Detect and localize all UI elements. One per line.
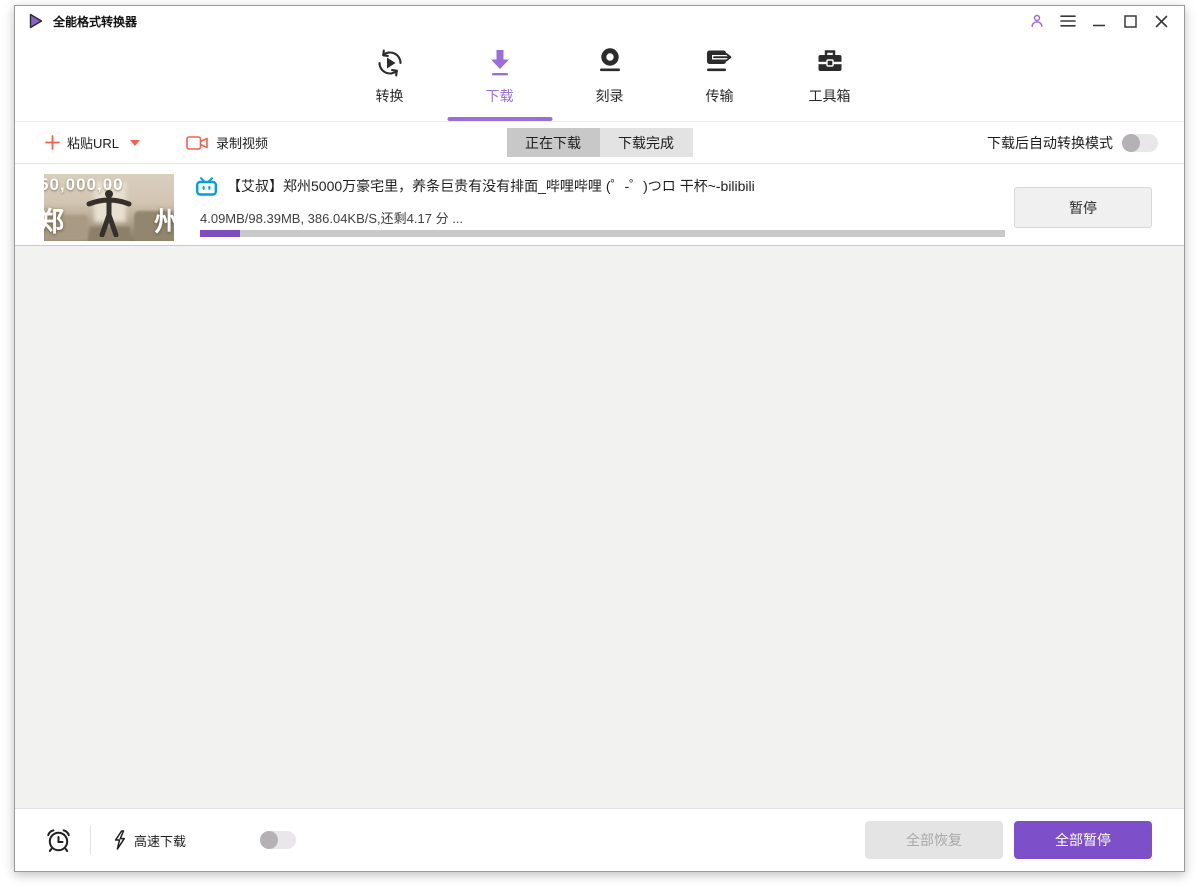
- tab-convert[interactable]: 转换: [350, 46, 430, 106]
- download-item-row[interactable]: 50,000,00 郑 州 【艾叔】郑州5000万豪宅里，养条巨贵有没有排面_哔…: [15, 164, 1184, 246]
- auto-convert-setting: 下载后自动转换模式: [987, 133, 1158, 153]
- thumbnail-price-text: 50,000,00: [44, 175, 124, 194]
- tab-download[interactable]: 下载: [460, 46, 540, 106]
- high-speed-setting: 高速下载: [113, 830, 297, 850]
- app-window: 全能格式转换器 转换 下载 刻录 传输 工具箱 粘贴URL 录制视频 正在下载 …: [14, 5, 1185, 872]
- tab-download-label: 下载: [485, 88, 514, 104]
- camcorder-icon: [186, 135, 208, 150]
- alarm-clock-icon: [47, 828, 70, 852]
- tab-burn-label: 刻录: [595, 88, 624, 104]
- lightning-icon: [114, 830, 126, 850]
- app-title: 全能格式转换器: [53, 14, 138, 29]
- close-icon[interactable]: [1150, 10, 1172, 32]
- high-speed-toggle[interactable]: [260, 831, 297, 849]
- paste-url-label: 粘贴URL: [67, 136, 120, 151]
- download-list-area: [15, 246, 1184, 808]
- tab-transfer-label: 传输: [705, 88, 734, 104]
- thumbnail-char-left: 郑: [44, 207, 64, 237]
- tab-toolbox[interactable]: 工具箱: [790, 46, 870, 106]
- record-video-button[interactable]: 录制视频: [186, 133, 268, 152]
- convert-icon: [374, 46, 406, 80]
- auto-convert-toggle[interactable]: [1122, 133, 1158, 152]
- download-progress-text: 4.09MB/98.39MB, 386.04KB/S,还剩4.17 分 ...: [200, 211, 464, 226]
- tab-burn[interactable]: 刻录: [570, 46, 650, 106]
- toolbar: 粘贴URL 录制视频 正在下载 下载完成 下载后自动转换模式: [15, 122, 1184, 164]
- toolbox-icon: [814, 46, 846, 80]
- toggle-knob: [260, 831, 279, 849]
- paste-url-button[interactable]: 粘贴URL: [45, 133, 141, 152]
- thumbnail-char-right: 州: [154, 207, 174, 237]
- app-logo-icon: [29, 13, 43, 29]
- high-speed-label: 高速下载: [134, 833, 187, 849]
- burn-icon: [595, 46, 625, 80]
- user-icon[interactable]: [1026, 10, 1048, 32]
- video-thumbnail: 50,000,00 郑 州: [44, 174, 174, 241]
- progress-bar-fill: [200, 230, 241, 237]
- download-icon: [485, 46, 515, 80]
- tab-downloading[interactable]: 正在下载: [506, 128, 600, 157]
- progress-bar: [200, 230, 1005, 237]
- pause-button[interactable]: 暂停: [1014, 187, 1152, 228]
- titlebar: 全能格式转换器: [15, 6, 1184, 36]
- footer-divider: [90, 825, 91, 855]
- plus-icon: [45, 135, 60, 150]
- main-nav: 转换 下载 刻录 传输 工具箱: [15, 36, 1184, 122]
- auto-convert-label: 下载后自动转换模式: [987, 134, 1113, 151]
- caret-down-icon[interactable]: [130, 139, 141, 146]
- transfer-icon: [703, 46, 737, 80]
- pause-all-button[interactable]: 全部暂停: [1014, 821, 1152, 859]
- active-tab-underline: [447, 117, 552, 121]
- download-state-tabs: 正在下载 下载完成: [506, 128, 693, 157]
- bilibili-tv-icon: [196, 176, 218, 196]
- resume-all-button[interactable]: 全部恢复: [865, 821, 1003, 859]
- menu-icon[interactable]: [1057, 10, 1079, 32]
- tab-convert-label: 转换: [375, 88, 404, 104]
- footer-bar: 高速下载 全部恢复 全部暂停: [15, 808, 1184, 871]
- minimize-icon[interactable]: [1088, 10, 1110, 32]
- tab-transfer[interactable]: 传输: [680, 46, 760, 106]
- record-video-label: 录制视频: [216, 136, 269, 151]
- tab-download-complete[interactable]: 下载完成: [599, 128, 693, 157]
- maximize-icon[interactable]: [1119, 10, 1141, 32]
- tab-toolbox-label: 工具箱: [808, 88, 851, 104]
- download-item-title: 【艾叔】郑州5000万豪宅里，养条巨贵有没有排面_哔哩哔哩 (゜-゜)つロ 干杯…: [227, 178, 755, 194]
- schedule-button[interactable]: [45, 827, 72, 854]
- toggle-knob: [1122, 133, 1140, 152]
